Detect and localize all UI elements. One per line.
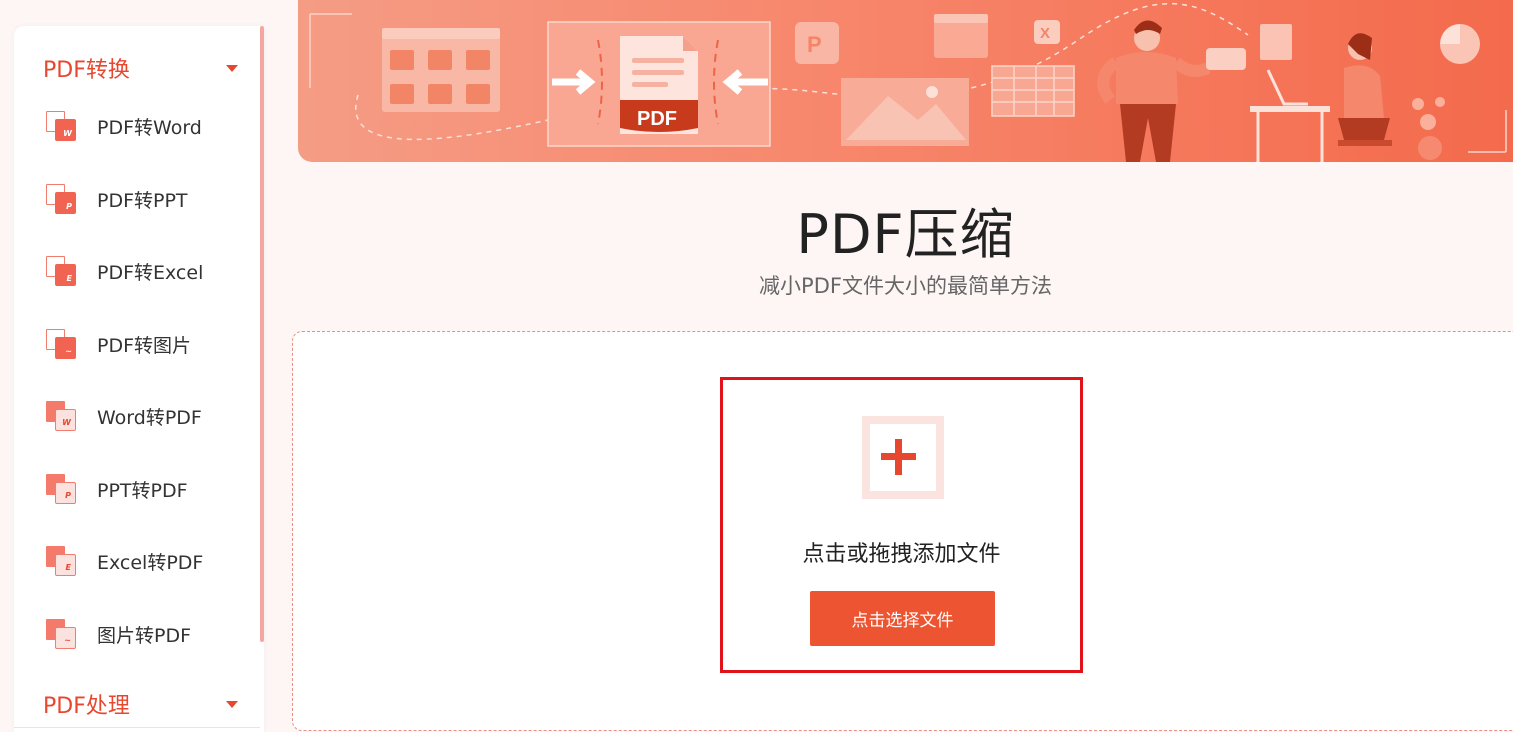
page-title: PDF压缩	[796, 203, 1015, 266]
pdf-to-word-icon: W	[44, 110, 78, 142]
sidebar-item-label: PDF转PPT	[97, 189, 188, 212]
pdf-to-excel-icon: E	[44, 255, 78, 287]
sidebar-item-label: PPT转PDF	[97, 479, 188, 502]
sidebar-item-label: 图片转PDF	[97, 624, 192, 647]
add-file-icon[interactable]	[862, 416, 944, 499]
sidebar-item-ppt-to-pdf[interactable]: P PPT转PDF	[44, 469, 244, 509]
pdf-to-image-icon: ~	[44, 328, 78, 360]
sidebar-item-pdf-to-ppt[interactable]: P PDF转PPT	[44, 179, 244, 219]
select-file-button[interactable]: 点击选择文件	[810, 591, 995, 646]
sidebar-item-image-to-pdf[interactable]: ~ 图片转PDF	[44, 614, 244, 654]
svg-text:X: X	[1040, 25, 1050, 42]
group-header-label: PDF处理	[43, 694, 130, 719]
caret-down-icon	[226, 64, 238, 72]
sidebar-item-word-to-pdf[interactable]: W Word转PDF	[44, 396, 244, 436]
sidebar-item-label: PDF转图片	[97, 334, 192, 357]
pdf-to-ppt-icon: P	[44, 183, 78, 215]
folder-window-graphic	[382, 28, 500, 112]
svg-text:P: P	[807, 32, 822, 57]
sidebar-item-label: PDF转Excel	[97, 261, 204, 284]
divider	[14, 727, 260, 728]
group-header-pdf-process[interactable]: PDF处理	[43, 689, 238, 719]
page-subtitle: 减小PDF文件大小的最简单方法	[759, 274, 1052, 298]
hero-banner: PDF P X	[298, 0, 1513, 162]
sidebar-scrollbar[interactable]	[260, 26, 264, 642]
picture-graphic	[841, 78, 969, 146]
page: PDF转换 W PDF转Word P PDF转PPT E PDF转Excel ~…	[0, 0, 1513, 732]
group-header-pdf-convert[interactable]: PDF转换	[43, 53, 238, 83]
sidebar-item-excel-to-pdf[interactable]: E Excel转PDF	[44, 541, 244, 581]
word-to-pdf-icon: W	[44, 400, 78, 432]
group-header-label: PDF转换	[43, 58, 130, 83]
sidebar-item-pdf-to-image[interactable]: ~ PDF转图片	[44, 324, 244, 364]
sidebar-item-label: PDF转Word	[97, 116, 202, 139]
sidebar-item-label: Word转PDF	[97, 406, 202, 429]
sidebar-item-pdf-to-excel[interactable]: E PDF转Excel	[44, 251, 244, 291]
spreadsheet-graphic	[991, 65, 1075, 117]
pdf-document-graphic: PDF	[547, 21, 771, 147]
image-to-pdf-icon: ~	[44, 618, 78, 650]
excel-to-pdf-icon: E	[44, 545, 78, 577]
banner-illustration: PDF P X	[309, 2, 1507, 162]
ppt-to-pdf-icon: P	[44, 473, 78, 505]
caret-down-icon	[226, 700, 238, 708]
pdf-badge-text: PDF	[637, 108, 677, 130]
drop-instruction: 点击或拖拽添加文件	[802, 542, 1001, 567]
sidebar-item-label: Excel转PDF	[97, 551, 204, 574]
sidebar-item-pdf-to-word[interactable]: W PDF转Word	[44, 106, 244, 146]
person-standing-graphic	[1097, 20, 1246, 162]
sidebar: PDF转换 W PDF转Word P PDF转PPT E PDF转Excel ~…	[14, 26, 264, 732]
clipboard-graphic	[1260, 24, 1292, 60]
